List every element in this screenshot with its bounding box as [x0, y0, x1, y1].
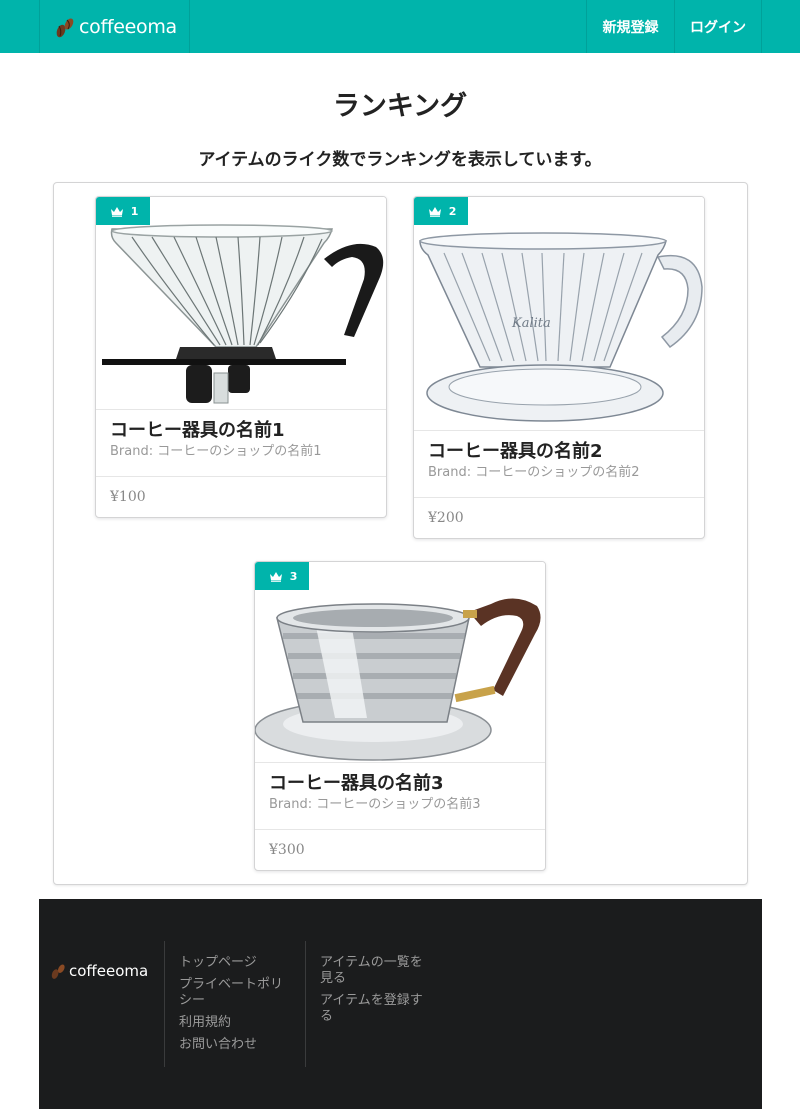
rank-ribbon: 3	[255, 562, 309, 590]
rank-number: 1	[130, 204, 139, 218]
item-brand: Brand: コーヒーのショップの名前3	[269, 797, 481, 812]
footer-links-col-2: アイテムの一覧を見る アイテムを登録する	[305, 941, 445, 1067]
crown-icon	[428, 207, 441, 217]
item-image-steel-dripper[interactable]	[255, 562, 545, 762]
footer-logo-text: coffeeoma	[69, 962, 149, 980]
ranking-card-3[interactable]: 3 コーヒー器具の名前3 Brand: コーヒーのショップの名前3 ¥300	[254, 561, 546, 871]
footer-link-contact[interactable]: お問い合わせ	[179, 1037, 289, 1053]
footer-link-privacy[interactable]: プライベートポリシー	[179, 977, 289, 1009]
rank-number: 2	[448, 204, 457, 218]
item-image-glass-dripper[interactable]	[96, 197, 386, 409]
card-content: コーヒー器具の名前3 Brand: コーヒーのショップの名前3	[255, 762, 545, 829]
navbar-inner: coffeeoma 新規登録 ログイン	[39, 0, 762, 53]
item-price: ¥300	[255, 829, 545, 869]
rank-ribbon: 2	[414, 197, 468, 225]
footer-link-item-register[interactable]: アイテムを登録する	[320, 993, 430, 1025]
card-content: コーヒー器具の名前1 Brand: コーヒーのショップの名前1	[96, 409, 386, 476]
item-brand: Brand: コーヒーのショップの名前2	[428, 465, 640, 480]
coffee-beans-icon	[51, 964, 65, 979]
nav-right: 新規登録 ログイン	[586, 0, 762, 53]
item-image-plastic-dripper[interactable]: Kalita	[414, 197, 704, 430]
item-name[interactable]: コーヒー器具の名前3	[269, 773, 531, 795]
signup-link[interactable]: 新規登録	[586, 0, 674, 53]
crown-icon	[110, 207, 123, 217]
page-subtitle: アイテムのライク数でランキングを表示しています。	[198, 150, 602, 170]
footer-links-col-1: トップページ プライベートポリシー 利用規約 お問い合わせ	[164, 941, 305, 1067]
item-name[interactable]: コーヒー器具の名前2	[428, 441, 690, 463]
item-name[interactable]: コーヒー器具の名前1	[110, 420, 372, 442]
top-navbar: coffeeoma 新規登録 ログイン	[0, 0, 800, 53]
footer-link-top[interactable]: トップページ	[179, 955, 289, 971]
ranking-card-2[interactable]: 2 Kalita コーヒー器具の名前2 Brand: コーヒーのショップの名前2…	[413, 196, 705, 539]
crown-icon	[269, 572, 282, 582]
brand-logo-text: coffeeoma	[79, 15, 177, 38]
svg-text:Kalita: Kalita	[511, 316, 551, 331]
rank-number: 3	[289, 569, 298, 583]
item-brand: Brand: コーヒーのショップの名前1	[110, 444, 322, 459]
footer-link-terms[interactable]: 利用規約	[179, 1015, 289, 1031]
footer-logo[interactable]: coffeeoma	[49, 961, 148, 981]
card-content: コーヒー器具の名前2 Brand: コーヒーのショップの名前2	[414, 430, 704, 497]
item-price: ¥100	[96, 476, 386, 516]
item-price: ¥200	[414, 497, 704, 537]
footer: coffeeoma トップページ プライベートポリシー 利用規約 お問い合わせ …	[39, 899, 762, 1109]
ranking-segment: 1 コーヒー器具の名前1 Brand: コーヒーのショップの名前1 ¥100 2…	[53, 182, 748, 885]
footer-link-item-list[interactable]: アイテムの一覧を見る	[320, 955, 430, 987]
ranking-card-1[interactable]: 1 コーヒー器具の名前1 Brand: コーヒーのショップの名前1 ¥100	[95, 196, 387, 518]
login-link[interactable]: ログイン	[674, 0, 762, 53]
coffee-beans-icon	[56, 18, 74, 37]
page-title: ランキング	[332, 91, 468, 122]
brand-logo-link[interactable]: coffeeoma	[39, 0, 190, 53]
rank-ribbon: 1	[96, 197, 150, 225]
